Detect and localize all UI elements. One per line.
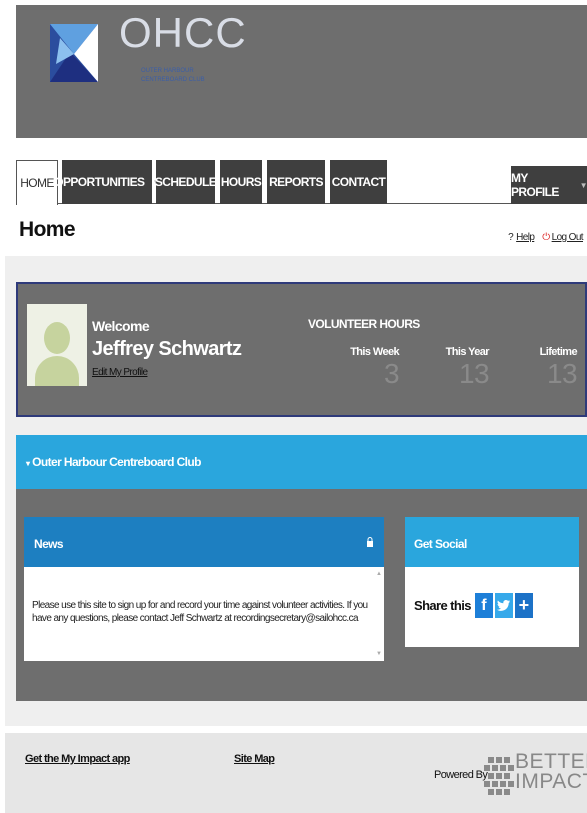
help-link[interactable]: Help <box>516 232 535 243</box>
avatar <box>27 304 87 386</box>
site-header: OHCC OUTER HARBOUR CENTREBOARD CLUB <box>16 5 587 138</box>
logo-subtitle: OUTER HARBOUR CENTREBOARD CLUB <box>141 68 205 83</box>
ohcc-logo-icon[interactable] <box>50 24 98 82</box>
main-nav: HOME OPPORTUNITIES▼ SCHEDULE HOURS REPOR… <box>16 160 587 205</box>
facebook-icon[interactable]: f <box>474 593 493 618</box>
org-banner[interactable]: ▾ Outer Harbour Centreboard Club <box>16 435 587 489</box>
scroll-down-icon[interactable]: ▼ <box>374 651 384 657</box>
get-app-link[interactable]: Get the My Impact app <box>25 753 130 765</box>
help-links: ? Help ⏻ Log Out <box>508 232 583 243</box>
chevron-down-icon: ▼ <box>579 180 587 190</box>
tab-opportunities[interactable]: OPPORTUNITIES▼ <box>54 160 160 204</box>
tab-schedule[interactable]: SCHEDULE <box>155 160 217 204</box>
org-title: Outer Harbour Centreboard Club <box>32 455 201 469</box>
hours-this-week: This Week 3 <box>350 346 399 389</box>
tab-contact[interactable]: CONTACT <box>330 160 387 204</box>
share-label: Share this <box>414 598 471 613</box>
edit-profile-link[interactable]: Edit My Profile <box>92 367 148 378</box>
power-icon: ⏻ <box>542 232 550 243</box>
hours-this-year: This Year 13 <box>445 346 490 389</box>
my-profile-menu[interactable]: MY PROFILE ▼ <box>511 166 587 204</box>
better-impact-wordmark: BETTER IMPACT <box>515 750 587 793</box>
tab-reports[interactable]: REPORTS <box>267 160 325 204</box>
caret-down-icon: ▾ <box>26 459 30 468</box>
news-scrollbar[interactable]: ▲ ▼ <box>374 567 384 661</box>
scroll-up-icon[interactable]: ▲ <box>374 571 384 577</box>
logo-title: OHCC <box>119 9 247 56</box>
help-icon: ? <box>508 232 514 243</box>
welcome-panel: Welcome Jeffrey Schwartz Edit My Profile… <box>16 282 587 417</box>
social-title: Get Social <box>414 537 467 551</box>
welcome-label: Welcome <box>92 318 150 334</box>
site-map-link[interactable]: Site Map <box>234 753 275 765</box>
news-panel: News Please use this site to sign up for… <box>24 517 384 661</box>
user-name: Jeffrey Schwartz <box>92 338 242 360</box>
share-plus-button[interactable]: + <box>514 593 533 618</box>
tab-hours[interactable]: HOURS <box>220 160 262 204</box>
news-text: Please use this site to sign up for and … <box>32 600 368 624</box>
news-title: News <box>34 537 64 551</box>
twitter-icon[interactable] <box>494 593 513 618</box>
social-panel: Get Social Share this f + <box>405 517 579 647</box>
volunteer-hours-title: VOLUNTEER HOURS <box>308 317 420 331</box>
share-row: Share this f + <box>414 593 535 618</box>
logout-link[interactable]: Log Out <box>552 232 584 243</box>
tab-home[interactable]: HOME <box>16 160 58 205</box>
lock-icon[interactable] <box>366 537 374 547</box>
powered-by-label: Powered By <box>434 769 488 781</box>
page-title: Home <box>19 218 76 241</box>
hours-lifetime: Lifetime 13 <box>539 346 578 389</box>
